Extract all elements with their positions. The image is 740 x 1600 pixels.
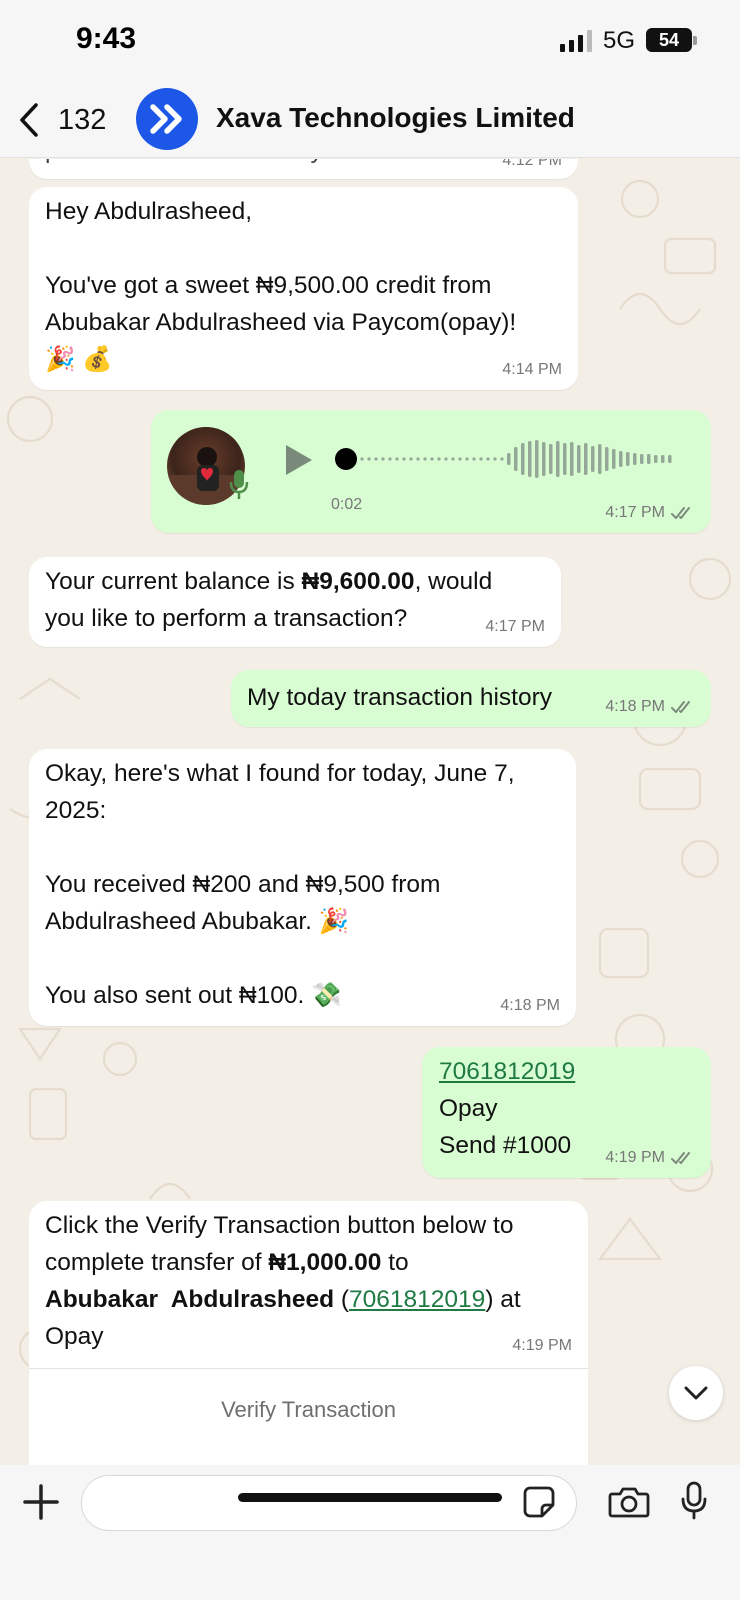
camera-icon[interactable] [608,1485,650,1519]
play-icon[interactable] [283,443,315,477]
phone-link[interactable]: 7061812019 [349,1286,485,1313]
phone-link[interactable]: 7061812019 [439,1053,575,1090]
audio-waveform[interactable] [356,438,676,480]
home-indicator [238,1493,502,1502]
battery-tip [693,36,697,45]
status-bar: 9:43 5G 54 [0,0,740,82]
chat-area[interactable]: provider was successfully submitted 4:12… [0,159,740,1465]
message-text: Your current balance is ₦9,600.00, would… [45,568,493,632]
emoji: 🎉 💰 [45,346,113,373]
status-time: 9:43 [76,22,137,55]
message-time: 4:19 PM [605,1149,665,1166]
message-composer [0,1465,740,1600]
voice-duration: 0:02 [331,496,363,513]
sticker-icon[interactable] [522,1485,556,1519]
message-time: 4:18 PM [500,997,560,1014]
forward-arrows-icon [150,104,182,134]
double-check-icon [671,507,690,519]
plus-icon[interactable] [22,1483,60,1521]
transfer-amount: ₦1,000.00 [268,1249,382,1276]
message-text: provider was successfully submitted [45,159,436,169]
network-type: 5G [603,27,636,54]
back-button[interactable]: 132 [18,98,118,142]
message-text: 7061812019 Opay Send #1000 [439,1053,575,1164]
message-text: Hey Abdulrasheed, You've got a sweet ₦9,… [45,193,516,378]
message-outgoing[interactable]: 7061812019 Opay Send #1000 4:19 PM [422,1047,711,1178]
chat-header: 132 Xava Technologies Limited [0,82,740,158]
contact-avatar[interactable] [136,88,198,150]
message-time: 4:19 PM [512,1337,572,1354]
divider [29,1368,588,1369]
message-incoming[interactable]: provider was successfully submitted 4:12… [29,159,578,179]
message-time: 4:18 PM [605,698,665,715]
playback-scrubber[interactable] [335,448,357,470]
chevron-down-icon [684,1386,708,1400]
chevron-left-icon [20,103,38,137]
battery-icon: 54 [646,28,692,52]
microphone-icon[interactable] [680,1481,708,1521]
microphone-icon [229,470,249,499]
double-check-icon [671,1152,690,1164]
message-time: 4:17 PM [605,504,665,521]
double-check-icon [671,701,690,713]
message-time: 4:17 PM [485,618,545,635]
message-incoming[interactable]: Click the Verify Transaction button belo… [29,1201,588,1465]
message-text: My today transaction history [247,684,553,711]
message-incoming[interactable]: Your current balance is ₦9,600.00, would… [29,557,561,647]
message-input[interactable] [81,1475,577,1531]
signal-icon [560,30,592,52]
message-time: 4:14 PM [502,361,562,378]
verify-transaction-button[interactable]: Verify Transaction [29,1391,588,1428]
message-outgoing[interactable]: My today transaction history 4:18 PM [231,670,711,727]
balance-amount: ₦9,600.00 [301,568,415,595]
unread-count: 132 [58,103,107,136]
message-time: 4:12 PM [502,159,562,169]
message-text: Okay, here's what I found for today, Jun… [45,760,515,1009]
recipient-name: Abubakar Abdulrasheed [45,1286,335,1313]
message-incoming[interactable]: Okay, here's what I found for today, Jun… [29,749,576,1026]
scroll-to-bottom-button[interactable] [669,1366,723,1420]
contact-name[interactable]: Xava Technologies Limited [216,102,575,134]
message-incoming[interactable]: Hey Abdulrasheed, You've got a sweet ₦9,… [29,187,578,390]
message-text: Click the Verify Transaction button belo… [45,1212,521,1350]
voice-message[interactable]: 0:02 4:17 PM [151,410,711,533]
